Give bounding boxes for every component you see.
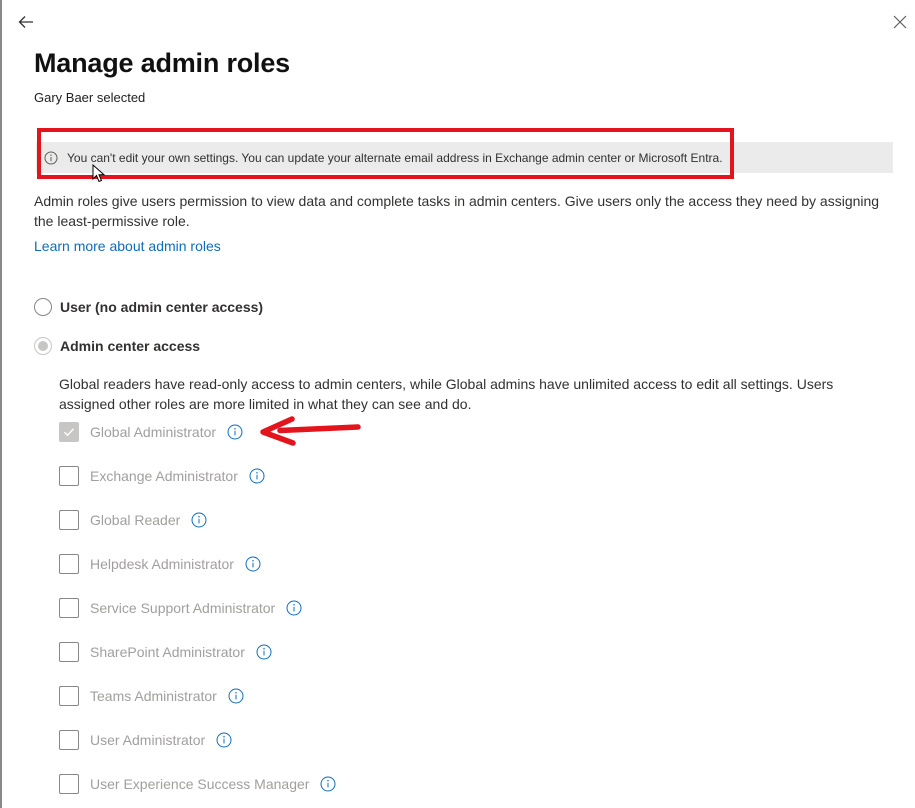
role-label: Global Administrator [90,424,217,440]
info-icon[interactable] [249,468,265,484]
checkbox[interactable] [59,686,79,706]
red-annotation-arrow-icon [260,416,361,446]
mouse-pointer-icon [92,164,106,183]
role-label: User Administrator [90,732,206,748]
role-row-sharepoint-administrator: SharePoint Administrator [59,642,272,662]
checkbox[interactable] [59,466,79,486]
red-highlight-box [37,128,734,179]
checkbox[interactable] [59,642,79,662]
admin-roles-description: Admin roles give users permission to vie… [34,193,880,229]
close-icon [893,15,907,29]
checkbox[interactable] [59,598,79,618]
role-row-global-administrator: Global Administrator [59,422,243,442]
page-title: Manage admin roles [34,48,290,78]
info-icon[interactable] [227,424,243,440]
role-label: SharePoint Administrator [90,644,245,660]
checkmark-icon [64,428,75,437]
checkbox[interactable] [59,730,79,750]
role-row-user-administrator: User Administrator [59,730,232,750]
radio-label: Admin center access [60,338,201,354]
role-row-exchange-administrator: Exchange Administrator [59,466,265,486]
role-label: Global Reader [90,512,181,528]
info-icon[interactable] [256,644,272,660]
info-icon[interactable] [245,556,261,572]
role-label: Teams Administrator [90,688,217,704]
info-icon[interactable] [286,600,302,616]
back-button[interactable] [14,10,38,34]
selected-user-text: Gary Baer selected [34,90,146,105]
manage-admin-roles-panel: Manage admin roles Gary Baer selected Yo… [0,0,915,808]
radio-button-selected[interactable] [34,337,52,355]
info-icon[interactable] [228,688,244,704]
info-icon[interactable] [320,776,336,792]
radio-button[interactable] [34,298,52,316]
role-row-service-support-administrator: Service Support Administrator [59,598,302,618]
checkbox[interactable] [59,510,79,530]
close-button[interactable] [888,10,912,34]
checkbox-checked[interactable] [59,422,79,442]
role-row-helpdesk-administrator: Helpdesk Administrator [59,554,261,574]
role-row-teams-administrator: Teams Administrator [59,686,244,706]
info-icon[interactable] [191,512,207,528]
radio-admin-center-access[interactable]: Admin center access [34,337,200,355]
info-icon[interactable] [216,732,232,748]
roles-description: Global readers have read-only access to … [59,376,834,412]
role-label: Exchange Administrator [90,468,238,484]
back-arrow-icon [18,16,33,28]
role-label: Helpdesk Administrator [90,556,234,572]
radio-label: User (no admin center access) [60,299,264,315]
checkbox[interactable] [59,554,79,574]
role-label: Service Support Administrator [90,600,276,616]
radio-user-no-access[interactable]: User (no admin center access) [34,298,263,316]
role-row-user-experience-success-manager: User Experience Success Manager [59,774,336,794]
role-row-global-reader: Global Reader [59,510,207,530]
learn-more-link[interactable]: Learn more about admin roles [34,238,221,254]
checkbox[interactable] [59,774,79,794]
role-label: User Experience Success Manager [90,776,310,792]
